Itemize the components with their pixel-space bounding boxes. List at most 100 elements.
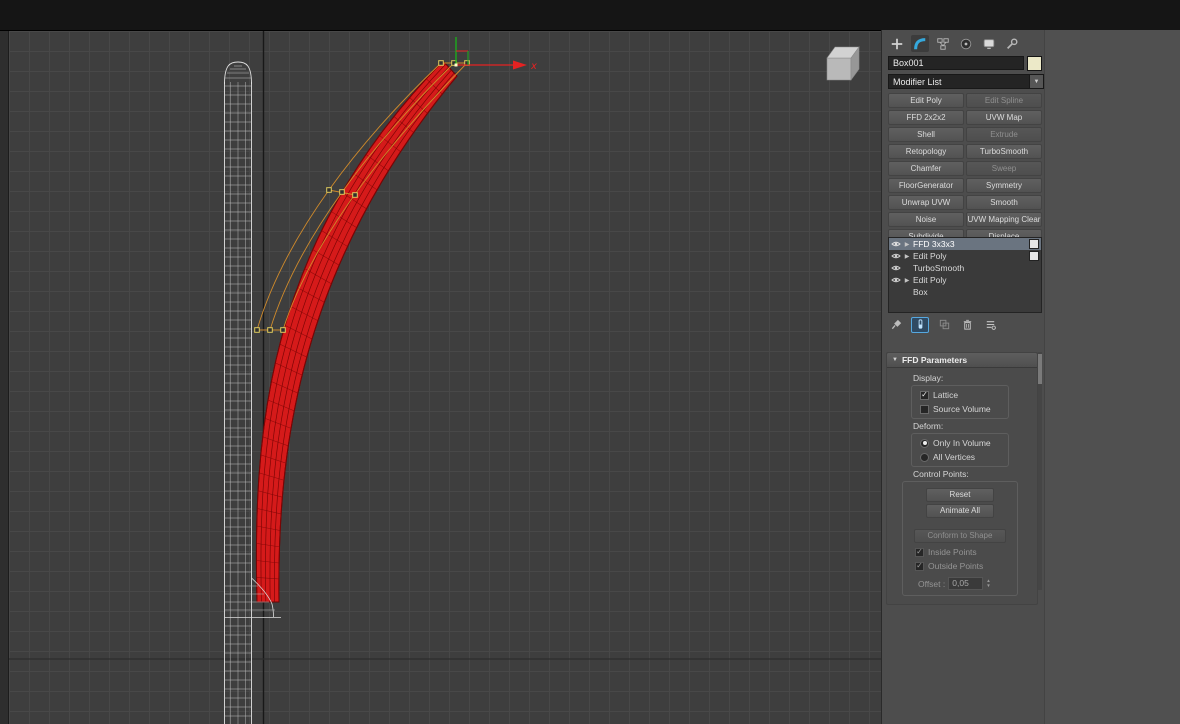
checkbox-box[interactable] [920, 404, 929, 414]
pin-stack-button[interactable] [888, 318, 904, 332]
stack-item-label: TurboSmooth [913, 263, 965, 273]
modifier-button-grid: Edit Poly Edit Spline FFD 2x2x2 UVW Map … [888, 93, 1042, 244]
modifier-button-uvw-mapping-clear[interactable]: UVW Mapping Clear [966, 212, 1042, 227]
ffd-control-point[interactable] [326, 187, 332, 193]
ffd-control-point[interactable] [267, 327, 273, 333]
view-cube[interactable] [826, 46, 860, 81]
stack-item-box[interactable]: Box [889, 286, 1041, 298]
conform-to-shape-button: Conform to Shape [914, 529, 1006, 543]
outside-points-label: Outside Points [928, 561, 984, 571]
modifier-list-dropdown[interactable]: Modifier List ▼ [888, 74, 1044, 89]
make-unique-icon [939, 319, 949, 330]
stack-item-turbosmooth[interactable]: TurboSmooth [889, 262, 1041, 274]
spinner-arrows: ▲ ▼ [986, 578, 991, 588]
create-tab[interactable] [888, 35, 906, 52]
expand-arrow-icon[interactable]: ▶ [904, 241, 910, 248]
expand-arrow-icon[interactable]: ▶ [904, 277, 910, 284]
display-tab[interactable] [980, 35, 998, 52]
modifier-active-badge[interactable] [1029, 251, 1039, 261]
modifier-button-ffd-2x2x2[interactable]: FFD 2x2x2 [888, 110, 964, 125]
create-plus-icon [891, 38, 903, 49]
check-icon: ✓ [916, 547, 923, 556]
chevron-down-icon[interactable]: ▼ [1029, 75, 1043, 88]
stack-item-label: FFD 3x3x3 [913, 239, 955, 249]
visibility-eye-icon[interactable] [891, 276, 901, 284]
modifier-button-chamfer[interactable]: Chamfer [888, 161, 964, 176]
object-name-field[interactable]: Box001 [888, 56, 1024, 70]
offset-label: Offset : [918, 578, 946, 589]
ffd-control-point[interactable] [339, 189, 345, 195]
spinner-down-icon: ▼ [986, 582, 991, 588]
stack-item-edit-poly-bottom[interactable]: ▶ Edit Poly [889, 274, 1041, 286]
trash-icon [963, 319, 971, 330]
lattice-checkbox-label: Lattice [933, 390, 959, 400]
checkbox-box: ✓ [915, 561, 924, 571]
reset-button[interactable]: Reset [926, 488, 994, 502]
modifier-button-turbosmooth[interactable]: TurboSmooth [966, 144, 1042, 159]
ffd-control-point[interactable] [438, 60, 444, 66]
modifier-button-uvw-map[interactable]: UVW Map [966, 110, 1042, 125]
modifier-button-floorgenerator[interactable]: FloorGenerator [888, 178, 964, 193]
expand-arrow-icon[interactable]: ▶ [904, 253, 910, 260]
deform-groupbox: Only In Volume All Vertices [911, 433, 1009, 467]
configure-modifier-sets-button[interactable] [982, 318, 998, 332]
animate-all-button[interactable]: Animate All [926, 504, 994, 518]
modify-tab[interactable] [911, 35, 929, 52]
rollout-scrollbar[interactable] [1038, 352, 1042, 590]
make-unique-button[interactable] [936, 318, 952, 332]
modifier-active-badge[interactable] [1029, 239, 1039, 249]
hierarchy-icon [937, 37, 949, 50]
modify-icon [914, 37, 926, 49]
lattice-checkbox[interactable]: ✓ Lattice [920, 388, 1008, 402]
ffd-control-point[interactable] [280, 327, 286, 333]
remove-modifier-button[interactable] [959, 318, 975, 332]
selected-object-red-tube[interactable] [255, 60, 458, 603]
modifier-button-unwrap-uvw[interactable]: Unwrap UVW [888, 195, 964, 210]
ffd-control-point[interactable] [254, 327, 260, 333]
stack-item-label: Edit Poly [913, 275, 947, 285]
radio-circle[interactable] [920, 438, 929, 448]
utilities-tab[interactable] [1003, 35, 1021, 52]
show-end-result-toggle[interactable] [911, 316, 929, 333]
stack-item-label: Box [913, 287, 928, 297]
control-points-section-label: Control Points: [913, 469, 969, 479]
collapse-arrow-icon: ▼ [892, 357, 898, 363]
3ds-max-window: { "colors": { "selection_red": "#d51a1a"… [0, 0, 1180, 724]
modifier-button-smooth[interactable]: Smooth [966, 195, 1042, 210]
show-end-result-icon [918, 319, 922, 329]
motion-tab[interactable] [957, 35, 975, 52]
command-panel: Box001 Modifier List ▼ Edit Poly Edit Sp… [881, 30, 1180, 724]
modifier-stack-toolbar [888, 316, 1042, 333]
configure-sets-icon [986, 321, 996, 330]
command-panel-tabs [888, 35, 1021, 53]
wireframe-cylinder[interactable] [224, 61, 252, 724]
visibility-eye-icon[interactable] [891, 264, 901, 272]
object-color-swatch[interactable] [1027, 56, 1042, 71]
all-vertices-radio[interactable]: All Vertices [920, 450, 1008, 464]
visibility-eye-icon[interactable] [891, 252, 901, 260]
source-volume-checkbox[interactable]: Source Volume [920, 402, 1008, 416]
display-section-label: Display: [913, 373, 944, 383]
hierarchy-tab[interactable] [934, 35, 952, 52]
inside-points-checkbox: ✓ Inside Points [915, 545, 1017, 559]
rollout-header[interactable]: ▼ FFD Parameters [887, 353, 1037, 368]
modifier-button-edit-spline: Edit Spline [966, 93, 1042, 108]
modifier-button-edit-poly[interactable]: Edit Poly [888, 93, 964, 108]
stack-item-ffd-3x3x3[interactable]: ▶ FFD 3x3x3 [889, 238, 1041, 250]
visibility-eye-icon[interactable] [891, 240, 901, 248]
stack-item-edit-poly-top[interactable]: ▶ Edit Poly [889, 250, 1041, 262]
scrollbar-thumb[interactable] [1038, 354, 1042, 384]
modifier-list-label: Modifier List [893, 76, 942, 87]
modifier-button-retopology[interactable]: Retopology [888, 144, 964, 159]
move-gizmo[interactable]: x [454, 37, 538, 72]
modifier-button-symmetry[interactable]: Symmetry [966, 178, 1042, 193]
viewport[interactable]: x [9, 31, 881, 724]
ffd-control-point[interactable] [352, 192, 358, 198]
only-in-volume-radio[interactable]: Only In Volume [920, 436, 1008, 450]
modifier-button-shell[interactable]: Shell [888, 127, 964, 142]
inside-points-label: Inside Points [928, 547, 977, 557]
radio-circle[interactable] [920, 452, 929, 462]
window-left-edge [0, 31, 9, 724]
checkbox-box[interactable]: ✓ [920, 390, 929, 400]
modifier-button-noise[interactable]: Noise [888, 212, 964, 227]
